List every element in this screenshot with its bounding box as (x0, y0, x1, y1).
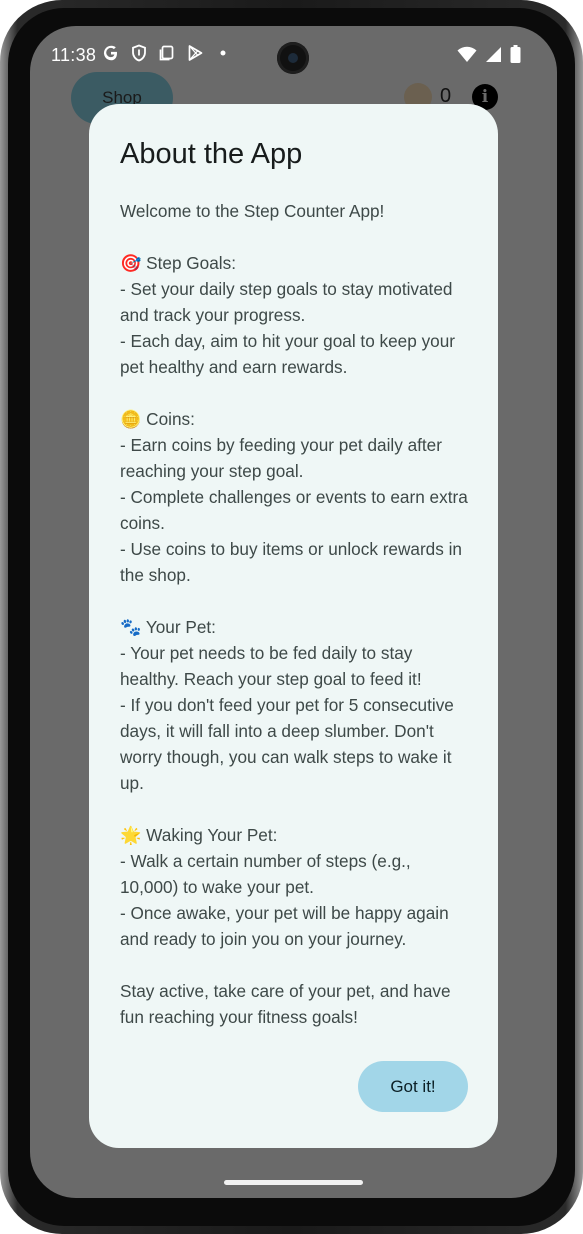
play-store-icon (186, 44, 204, 62)
got-it-button[interactable]: Got it! (358, 1061, 468, 1112)
dot-icon (214, 44, 232, 62)
clipboard-icon (158, 44, 176, 62)
wifi-icon (457, 46, 477, 68)
front-camera (277, 42, 309, 74)
about-dialog: About the App Welcome to the Step Counte… (89, 104, 498, 1148)
battery-icon (510, 45, 521, 68)
status-system-icons (457, 45, 521, 68)
signal-icon (485, 46, 502, 68)
google-icon (102, 44, 120, 62)
home-indicator[interactable] (224, 1180, 363, 1185)
shield-icon (130, 44, 148, 62)
dialog-title: About the App (120, 138, 303, 170)
status-time: 11:38 (51, 45, 97, 65)
dialog-body-text: Welcome to the Step Counter App! 🎯 Step … (120, 201, 468, 1027)
status-notification-icons (102, 44, 232, 62)
